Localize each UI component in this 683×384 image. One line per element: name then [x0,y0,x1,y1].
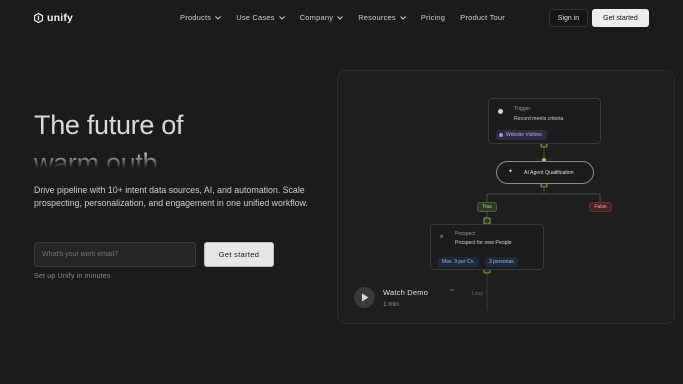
sign-in-button[interactable]: Sign in [549,9,588,27]
trigger-label: Trigger [514,106,531,112]
branch-true-badge: True [477,202,497,212]
nav-company-label: Company [299,13,334,22]
trigger-icon [498,109,503,114]
chevron-down-icon [278,15,285,20]
chevron-down-icon [215,15,222,20]
demo-text: Watch Demo 1 min [383,288,428,308]
website-visitors-pill: Website Visitors [496,130,547,140]
top-nav: unify Products Use Cases Company Resourc… [0,0,683,36]
hero-title-line2: warm outb [34,148,174,174]
brand-name: unify [47,12,74,24]
watch-demo-button[interactable]: Watch Demo 1 min [354,287,428,308]
nav-resources-label: Resources [358,13,396,22]
nav-use-cases-label: Use Cases [236,13,275,22]
nav-product-tour[interactable]: Product Tour [460,13,505,22]
prospect-subtitle: Prospect for new People [455,240,512,246]
nav-get-started-button[interactable]: Get started [592,9,649,27]
nav-use-cases[interactable]: Use Cases [236,13,285,22]
play-icon [354,287,375,308]
ai-agent-label: AI Agent Qualification [524,170,574,176]
nav-company[interactable]: Company [300,13,344,22]
chevron-down-icon [399,15,406,20]
nav-products-label: Products [180,13,212,22]
prospect-label: Prospect [455,231,476,237]
hero-get-started-button[interactable]: Get started [204,242,274,267]
work-email-input[interactable] [34,242,196,267]
demo-duration: 1 min [383,300,399,308]
prospect-node[interactable]: ⌕ Prospect Prospect for new People Max. … [430,224,544,270]
nav-pricing-label: Pricing [420,13,446,22]
nav-links: Products Use Cases Company Resources Pri… [180,13,520,22]
trigger-subtitle: Record meets criteria [514,116,564,122]
hero-title-fade [34,154,174,174]
demo-title: Watch Demo [383,287,429,297]
workflow-preview-panel: Trigger Record meets criteria Website Vi… [337,70,675,324]
search-icon: ⌕ [440,234,444,240]
nav-products[interactable]: Products [180,13,222,22]
next-node-label: Loop [472,291,484,297]
personas-pill: 3 personas [485,257,518,267]
hero-title: The future of [34,110,184,140]
nav-resources[interactable]: Resources [358,13,406,22]
setup-note: Set up Unify in minutes [34,273,111,280]
brand-logo[interactable]: unify [34,12,73,24]
ai-agent-node[interactable]: ✦ AI Agent Qualification [496,161,594,184]
unify-logo-icon [34,13,43,23]
chevron-down-icon [337,15,344,20]
sparkle-icon: ✦ [508,169,514,175]
nav-product-tour-label: Product Tour [460,13,505,22]
loop-icon: ⇆ [450,288,455,294]
branch-false-badge: False [589,202,612,212]
max-per-company-pill: Max. 3 per Co. [438,257,479,267]
trigger-node[interactable]: Trigger Record meets criteria Website Vi… [488,98,601,144]
play-triangle [361,293,368,302]
nav-pricing[interactable]: Pricing [421,13,445,22]
hero-description: Drive pipeline with 10+ intent data sour… [34,185,308,208]
connector-branch [486,187,601,202]
